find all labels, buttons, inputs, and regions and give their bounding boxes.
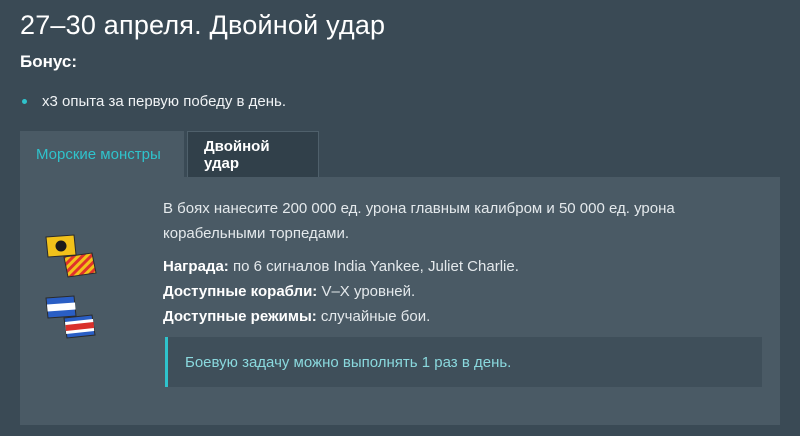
flag-india-yankee-icon — [45, 234, 97, 278]
tab-label: Морские монстры — [36, 145, 161, 163]
bonus-heading: Бонус: — [20, 52, 78, 71]
tab-label: Двойной удар — [204, 137, 270, 172]
reward-label: Награда: — [163, 258, 229, 275]
mission-tabs: Морские монстры Двойной удар — [20, 131, 319, 177]
ships-value: V–X уровней. — [317, 283, 416, 300]
bonus-item-text: x3 опыта за первую победу в день. — [42, 93, 287, 110]
bonus-item: x3 опыта за первую победу в день. — [20, 92, 286, 112]
mission-content: В боях нанесите 200 000 ед. урона главны… — [163, 196, 723, 329]
notice-text: Боевую задачу можно выполнять 1 раз в де… — [185, 353, 512, 371]
tab-sea-monsters[interactable]: Морские монстры — [20, 131, 184, 177]
ships-row: Доступные корабли: V–X уровней. — [163, 279, 723, 304]
reward-row: Награда: по 6 сигналов India Yankee, Jul… — [163, 254, 723, 279]
reward-flags — [44, 233, 100, 343]
page-title: 27–30 апреля. Двойной удар — [20, 10, 386, 40]
reward-value: по 6 сигналов India Yankee, Juliet Charl… — [228, 258, 519, 275]
flag-juliet-charlie-icon — [45, 295, 96, 339]
mission-notice: Боевую задачу можно выполнять 1 раз в де… — [165, 337, 762, 387]
ships-label: Доступные корабли: — [163, 283, 318, 300]
modes-value: случайные бои. — [316, 308, 431, 325]
bullet-icon — [22, 99, 27, 104]
tab-double-strike[interactable]: Двойной удар — [187, 131, 319, 177]
bonus-list: x3 опыта за первую победу в день. — [20, 92, 286, 112]
mission-description: В боях нанесите 200 000 ед. урона главны… — [163, 200, 675, 242]
modes-label: Доступные режимы: — [163, 308, 317, 325]
mission-panel: В боях нанесите 200 000 ед. урона главны… — [20, 177, 780, 425]
modes-row: Доступные режимы: случайные бои. — [163, 304, 723, 329]
